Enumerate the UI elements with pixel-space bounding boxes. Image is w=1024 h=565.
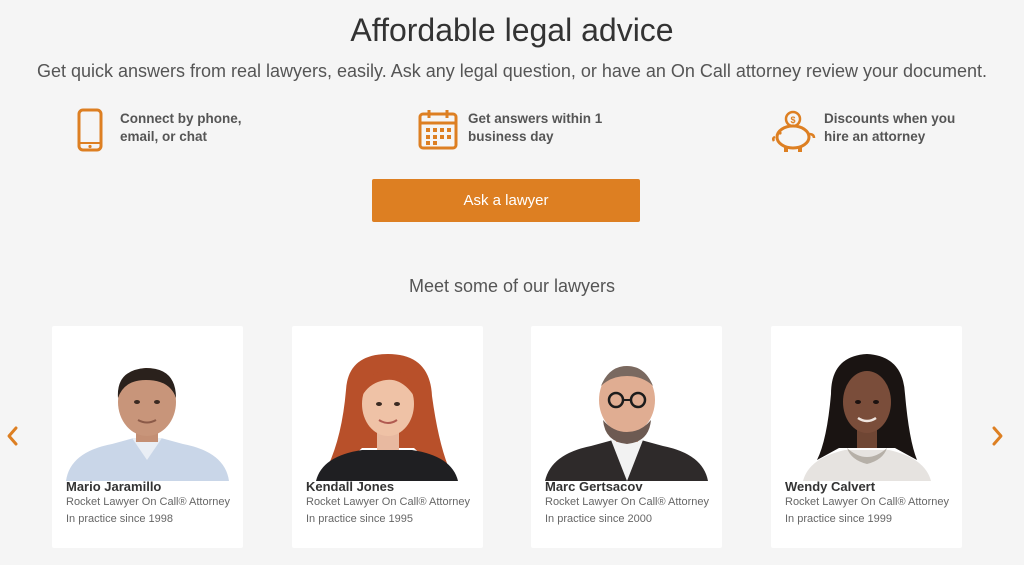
lawyer-card[interactable]: Mario Jaramillo Rocket Lawyer On Call® A…	[52, 326, 243, 548]
lawyer-practice-since: In practice since 1999	[785, 513, 893, 525]
page-title: Affordable legal advice	[350, 12, 674, 48]
carousel-prev-button[interactable]	[0, 424, 24, 452]
lawyer-role: Rocket Lawyer On Call® Attorney	[66, 496, 231, 508]
feature-text: Get answers within 1 business day	[468, 110, 608, 146]
lawyer-name: Marc Gertsacov	[545, 479, 643, 494]
chevron-right-icon	[991, 425, 1005, 452]
lawyer-practice-since: In practice since 1995	[306, 513, 414, 525]
calendar-icon	[414, 108, 462, 154]
feature-line: business day	[468, 129, 554, 144]
feature-discounts: $ Discounts when you hire an attorney	[770, 108, 964, 154]
lawyer-name: Kendall Jones	[306, 479, 395, 494]
phone-icon	[66, 108, 114, 154]
feature-line: Discounts when you	[824, 111, 956, 126]
feature-list: Connect by phone, email, or chat Get ans…	[0, 108, 1024, 156]
ask-lawyer-button[interactable]: Ask a lawyer	[372, 179, 640, 222]
feature-line: hire an attorney	[824, 129, 926, 144]
lawyer-card[interactable]: Marc Gertsacov Rocket Lawyer On Call® At…	[531, 326, 722, 548]
lawyer-role: Rocket Lawyer On Call® Attorney	[306, 496, 471, 508]
lawyer-photo	[785, 340, 948, 481]
carousel-next-button[interactable]	[986, 424, 1010, 452]
lawyer-role: Rocket Lawyer On Call® Attorney	[785, 496, 950, 508]
chevron-left-icon	[5, 425, 19, 452]
lawyer-photo	[66, 340, 229, 481]
lawyer-practice-since: In practice since 2000	[545, 513, 653, 525]
feature-connect: Connect by phone, email, or chat	[66, 108, 250, 154]
lawyer-practice-since: In practice since 1998	[66, 513, 174, 525]
lawyer-photo	[545, 340, 708, 481]
lawyer-role: Rocket Lawyer On Call® Attorney	[545, 496, 710, 508]
piggy-bank-icon: $	[770, 108, 818, 154]
feature-line: email, or chat	[120, 129, 208, 144]
feature-text: Discounts when you hire an attorney	[824, 110, 964, 146]
svg-text:$: $	[790, 115, 795, 125]
feature-line: Get answers within 1	[468, 111, 603, 126]
lawyer-card[interactable]: Wendy Calvert Rocket Lawyer On Call® Att…	[771, 326, 962, 548]
lawyer-photo	[306, 340, 469, 481]
lawyer-name: Wendy Calvert	[785, 479, 876, 494]
page-subtitle: Get quick answers from real lawyers, eas…	[36, 61, 988, 81]
feature-text: Connect by phone, email, or chat	[120, 110, 250, 146]
feature-answers: Get answers within 1 business day	[414, 108, 608, 154]
feature-line: Connect by phone,	[120, 111, 242, 126]
lawyer-card[interactable]: Kendall Jones Rocket Lawyer On Call® Att…	[292, 326, 483, 548]
lawyer-name: Mario Jaramillo	[66, 479, 162, 494]
lawyers-section-title: Meet some of our lawyers	[408, 276, 616, 296]
